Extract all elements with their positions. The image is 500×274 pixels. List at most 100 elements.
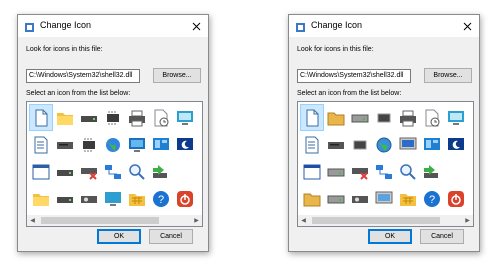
icon-cell[interactable] xyxy=(300,185,324,212)
icon-cell[interactable] xyxy=(53,104,77,131)
icon-cell[interactable] xyxy=(77,131,101,158)
control-panel-icon xyxy=(424,137,440,150)
icon-cell[interactable] xyxy=(125,185,149,212)
horizontal-scrollbar[interactable]: ◀ ▶ xyxy=(27,215,202,226)
folder-grid-icon xyxy=(129,193,145,206)
folder-icon xyxy=(327,112,345,125)
printer-icon xyxy=(400,110,416,126)
look-for-label: Look for icons in this file: xyxy=(297,46,374,53)
icon-cell[interactable] xyxy=(101,185,125,212)
icon-cell[interactable] xyxy=(324,104,348,131)
network-icon xyxy=(105,164,121,179)
icon-cell[interactable] xyxy=(101,104,125,131)
icon-cell[interactable] xyxy=(77,185,101,212)
icon-cell[interactable] xyxy=(300,158,324,185)
clock-document-icon xyxy=(154,109,169,126)
icon-cell[interactable] xyxy=(173,185,197,212)
icon-cell[interactable] xyxy=(444,131,468,158)
icon-cell[interactable] xyxy=(324,185,348,212)
ok-button[interactable]: OK xyxy=(368,229,412,244)
icon-cell[interactable] xyxy=(53,131,77,158)
ok-button[interactable]: OK xyxy=(97,229,141,244)
monitor-image-icon xyxy=(448,110,464,125)
cancel-button[interactable]: Cancel xyxy=(420,229,464,244)
icon-cell[interactable] xyxy=(420,131,444,158)
icon-cell[interactable]: ? xyxy=(149,185,173,212)
file-path-input[interactable]: C:\Windows\System32\shell32.dll xyxy=(26,69,140,83)
chip-icon xyxy=(83,137,95,152)
svg-text:?: ? xyxy=(429,194,435,206)
folder-icon xyxy=(33,193,49,206)
icon-cell[interactable] xyxy=(173,158,197,185)
icon-cell[interactable] xyxy=(29,104,53,131)
app-icon xyxy=(295,20,306,32)
browse-button[interactable]: Browse... xyxy=(153,68,201,83)
scroll-right-arrow[interactable]: ▶ xyxy=(191,215,202,226)
icon-cell[interactable] xyxy=(396,158,420,185)
cancel-button[interactable]: Cancel xyxy=(149,229,193,244)
icon-cell[interactable] xyxy=(396,104,420,131)
close-icon xyxy=(192,22,200,30)
icon-cell[interactable] xyxy=(173,131,197,158)
icon-cell[interactable] xyxy=(372,131,396,158)
scroll-thumb[interactable] xyxy=(312,217,440,224)
icon-cell[interactable] xyxy=(372,104,396,131)
cd-drive-icon xyxy=(352,195,368,203)
horizontal-scrollbar[interactable]: ◀ ▶ xyxy=(298,215,473,226)
network-drive-x-icon xyxy=(352,167,368,180)
icon-cell[interactable] xyxy=(396,185,420,212)
icon-cell[interactable] xyxy=(396,131,420,158)
floppy-drive-icon xyxy=(57,141,73,149)
icon-cell[interactable] xyxy=(77,104,101,131)
icon-cell[interactable] xyxy=(101,158,125,185)
icon-cell[interactable] xyxy=(372,158,396,185)
icon-cell[interactable] xyxy=(149,158,173,185)
icon-cell[interactable] xyxy=(29,185,53,212)
icon-cell[interactable] xyxy=(324,158,348,185)
icon-cell[interactable] xyxy=(29,131,53,158)
icon-cell[interactable] xyxy=(348,185,372,212)
close-button[interactable] xyxy=(184,15,208,37)
icon-cell[interactable] xyxy=(77,158,101,185)
icon-cell[interactable]: ? xyxy=(420,185,444,212)
icon-cell[interactable] xyxy=(372,185,396,212)
icon-cell[interactable] xyxy=(125,131,149,158)
icon-cell[interactable] xyxy=(324,131,348,158)
scroll-thumb[interactable] xyxy=(41,217,159,224)
icon-cell[interactable] xyxy=(125,158,149,185)
icon-cell[interactable] xyxy=(348,131,372,158)
scroll-right-arrow[interactable]: ▶ xyxy=(462,215,473,226)
drive-icon xyxy=(327,168,345,176)
icon-cell[interactable] xyxy=(173,104,197,131)
icon-cell[interactable] xyxy=(444,158,468,185)
icon-cell[interactable] xyxy=(420,158,444,185)
icon-cell[interactable] xyxy=(300,131,324,158)
blank-document-icon xyxy=(35,109,48,126)
icon-cell[interactable] xyxy=(125,104,149,131)
icon-cell[interactable] xyxy=(444,104,468,131)
icon-cell[interactable] xyxy=(300,104,324,131)
icon-cell[interactable] xyxy=(101,131,125,158)
magnifier-icon xyxy=(400,163,416,180)
scroll-left-arrow[interactable]: ◀ xyxy=(27,215,38,226)
icon-cell[interactable] xyxy=(444,185,468,212)
icon-list[interactable]: ? ◀ ▶ xyxy=(297,101,474,227)
icon-cell[interactable] xyxy=(53,158,77,185)
drive-icon xyxy=(57,169,73,176)
icon-cell[interactable] xyxy=(149,131,173,158)
browse-button[interactable]: Browse... xyxy=(424,68,472,83)
icon-cell[interactable] xyxy=(420,104,444,131)
icon-cell[interactable] xyxy=(53,185,77,212)
file-path-input[interactable]: C:\Windows\System32\shell32.dll xyxy=(297,69,411,83)
scroll-left-arrow[interactable]: ◀ xyxy=(298,215,309,226)
cd-drive-icon xyxy=(81,195,97,203)
icon-cell[interactable] xyxy=(29,158,53,185)
close-icon xyxy=(463,22,471,30)
icon-cell[interactable] xyxy=(348,104,372,131)
icon-cell[interactable] xyxy=(149,104,173,131)
icon-list[interactable]: ? ◀ ▶ xyxy=(26,101,203,227)
text-document-icon xyxy=(305,136,319,153)
icon-cell[interactable] xyxy=(348,158,372,185)
close-button[interactable] xyxy=(455,15,479,37)
network-icon xyxy=(376,164,392,179)
